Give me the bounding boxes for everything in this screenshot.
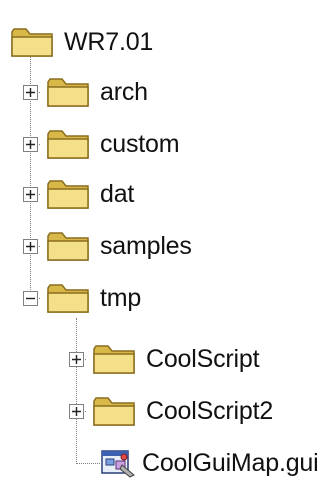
tree-node-coolguimap[interactable]: CoolGuiMap.gui xyxy=(98,443,319,483)
tree-node-coolscript2[interactable]: CoolScript2 xyxy=(92,391,273,431)
expand-button[interactable] xyxy=(23,85,38,100)
collapse-button[interactable] xyxy=(23,291,38,306)
tree-node-arch[interactable]: arch xyxy=(46,72,148,112)
tree-node-label: samples xyxy=(100,232,192,260)
folder-icon xyxy=(93,345,135,374)
tree-node-label: dat xyxy=(100,180,135,208)
tree-node-label: arch xyxy=(100,78,148,106)
folder-tree: WR7.01 arch custom dat samples tmp CoolS… xyxy=(0,0,334,481)
folder-icon xyxy=(11,28,53,57)
expand-button[interactable] xyxy=(23,137,38,152)
tree-node-label: CoolScript xyxy=(146,345,260,373)
folder-icon xyxy=(47,232,89,261)
expand-button[interactable] xyxy=(23,239,38,254)
gui-file-icon xyxy=(101,450,135,478)
folder-icon xyxy=(47,78,89,107)
tree-node-label: tmp xyxy=(100,284,142,312)
tree-node-label: CoolScript2 xyxy=(146,397,274,425)
tree-node-samples[interactable]: samples xyxy=(46,226,192,266)
tree-node-label: WR7.01 xyxy=(64,28,154,56)
tree-node-tmp[interactable]: tmp xyxy=(46,278,141,318)
tree-node-label: custom xyxy=(100,130,180,158)
expand-button[interactable] xyxy=(69,352,84,367)
tree-connector-tmp xyxy=(76,318,77,464)
tree-node-label: CoolGuiMap.gui xyxy=(142,449,319,477)
expand-button[interactable] xyxy=(69,404,84,419)
folder-icon xyxy=(93,397,135,426)
folder-icon xyxy=(47,180,89,209)
tree-node-coolscript[interactable]: CoolScript xyxy=(92,339,260,379)
folder-icon xyxy=(47,284,89,313)
expand-button[interactable] xyxy=(23,187,38,202)
tree-stub xyxy=(76,463,100,464)
tree-node-custom[interactable]: custom xyxy=(46,124,180,164)
folder-icon xyxy=(47,130,89,159)
tree-node-root[interactable]: WR7.01 xyxy=(10,22,153,62)
tree-node-dat[interactable]: dat xyxy=(46,174,134,214)
